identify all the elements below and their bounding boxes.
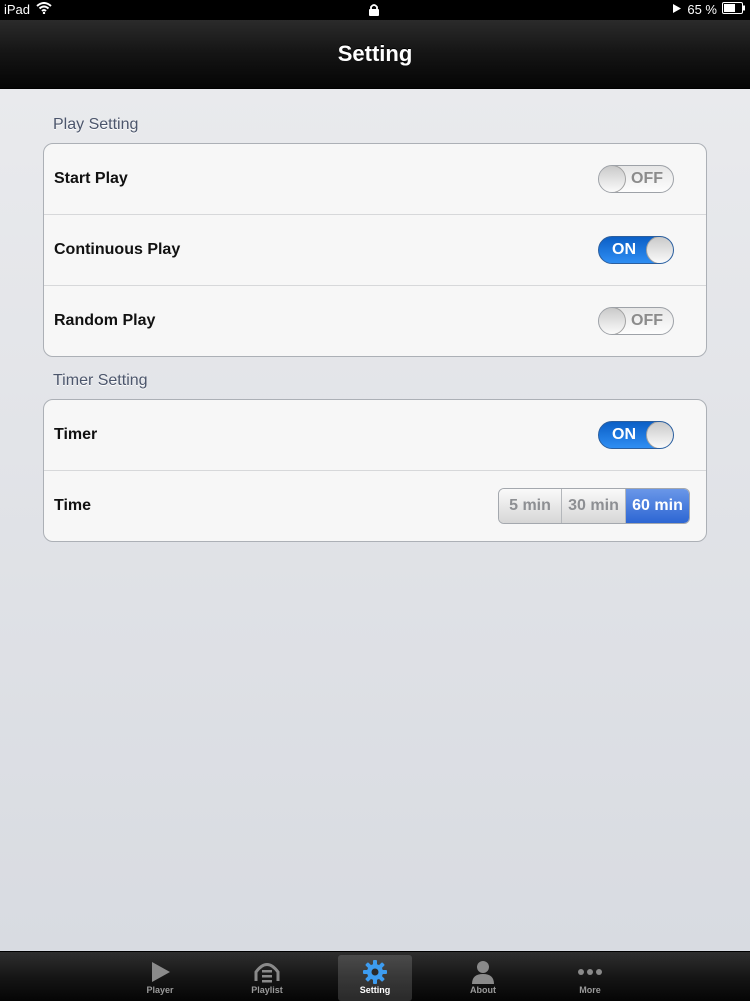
continuous-play-label: Continuous Play xyxy=(54,241,181,258)
more-icon xyxy=(553,957,627,987)
play-icon xyxy=(123,957,197,987)
section-header-timer-setting: Timer Setting xyxy=(53,372,148,389)
continuous-play-switch[interactable]: ON xyxy=(598,236,674,264)
play-status-icon xyxy=(672,2,682,17)
switch-knob xyxy=(646,237,673,263)
tab-label: About xyxy=(470,985,496,995)
settings-content: Play Setting Start Play OFF Continuous P… xyxy=(0,89,750,951)
tab-label: More xyxy=(579,985,601,995)
row-time: Time 5 min 30 min 60 min xyxy=(44,471,706,541)
battery-icon xyxy=(722,2,746,17)
segment-60-min[interactable]: 60 min xyxy=(626,489,689,523)
tab-label: Setting xyxy=(359,985,391,995)
tab-label: Player xyxy=(146,985,174,995)
tab-about[interactable]: About xyxy=(446,955,520,1001)
segment-5-min[interactable]: 5 min xyxy=(499,489,562,523)
person-icon xyxy=(446,957,520,987)
tab-player[interactable]: Player xyxy=(123,955,197,1001)
tab-setting[interactable]: Setting xyxy=(338,955,412,1001)
tab-bar: Player Playlist Setting About More xyxy=(0,951,750,1001)
tab-more[interactable]: More xyxy=(553,955,627,1001)
timer-setting-group: Timer ON Time 5 min 30 min 60 min xyxy=(43,399,707,542)
switch-knob xyxy=(646,422,673,448)
timer-label: Timer xyxy=(54,426,98,443)
tab-label: Playlist xyxy=(251,985,283,995)
page-title: Setting xyxy=(337,41,413,66)
tab-playlist[interactable]: Playlist xyxy=(230,955,304,1001)
row-timer: Timer ON xyxy=(44,400,706,471)
random-play-switch[interactable]: OFF xyxy=(598,307,674,335)
switch-state: ON xyxy=(612,426,636,443)
timer-switch[interactable]: ON xyxy=(598,421,674,449)
playlist-icon xyxy=(230,957,304,987)
row-continuous-play: Continuous Play ON xyxy=(44,215,706,286)
switch-state: ON xyxy=(612,241,636,258)
lock-icon xyxy=(368,3,380,19)
device-name: iPad xyxy=(4,2,31,17)
switch-state: OFF xyxy=(631,312,663,329)
status-bar: iPad 65 % xyxy=(0,0,750,20)
start-play-label: Start Play xyxy=(54,170,128,187)
wifi-icon xyxy=(36,2,52,17)
play-setting-group: Start Play OFF Continuous Play ON Random… xyxy=(43,143,707,357)
row-random-play: Random Play OFF xyxy=(44,286,706,356)
switch-knob xyxy=(599,308,626,334)
row-start-play: Start Play OFF xyxy=(44,144,706,215)
battery-percent: 65 % xyxy=(687,2,717,17)
segment-30-min[interactable]: 30 min xyxy=(562,489,626,523)
switch-state: OFF xyxy=(631,170,663,187)
random-play-label: Random Play xyxy=(54,312,156,329)
navigation-bar: Setting xyxy=(0,20,750,89)
time-segmented-control: 5 min 30 min 60 min xyxy=(498,488,690,524)
switch-knob xyxy=(599,166,626,192)
section-header-play-setting: Play Setting xyxy=(53,116,139,133)
start-play-switch[interactable]: OFF xyxy=(598,165,674,193)
gear-icon xyxy=(338,957,412,987)
time-label: Time xyxy=(54,497,92,514)
